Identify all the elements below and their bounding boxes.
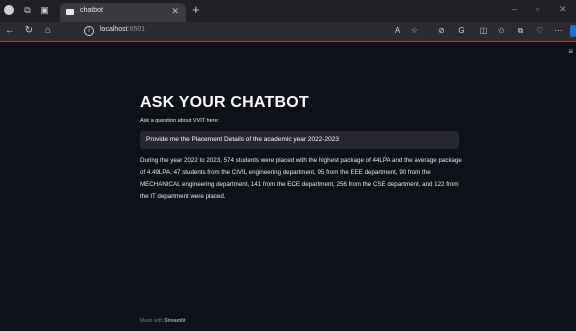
split-screen-icon[interactable]: ◫: [478, 25, 489, 37]
chatbot-answer: During the year 2022 to 2023, 574 studen…: [140, 157, 462, 200]
main-menu-icon[interactable]: ≡: [568, 48, 573, 56]
site-info-icon[interactable]: i: [84, 26, 94, 36]
maximize-window-icon[interactable]: ▫: [536, 4, 539, 14]
footer-text: Made with: [140, 318, 163, 324]
browser-essentials-icon[interactable]: ♡: [534, 25, 545, 37]
new-tab-button[interactable]: +: [192, 3, 200, 17]
collections-icon[interactable]: ⧉: [22, 5, 33, 16]
streamlit-favicon-icon: [66, 9, 74, 15]
tab-actions-icon[interactable]: ▣: [39, 5, 50, 16]
page-title: ASK YOUR CHATBOT: [140, 94, 309, 111]
favorite-star-icon[interactable]: ☆: [409, 25, 420, 37]
browser-tab-chatbot[interactable]: chatbot ✕: [60, 3, 186, 22]
collections-toolbar-icon[interactable]: ⧉: [515, 25, 526, 37]
google-extension-icon[interactable]: G: [456, 25, 467, 37]
address-url: localhost:8501: [100, 26, 145, 33]
favorites-bar-icon[interactable]: ✩: [496, 25, 507, 37]
footer: Made with Streamlit: [140, 318, 186, 324]
streamlit-link[interactable]: Streamlit: [164, 318, 185, 324]
extension-icon[interactable]: ⊘: [436, 25, 447, 37]
browser-tab-bar: ⧉ ▣ chatbot ✕ + – ▫ ✕: [0, 0, 576, 22]
minimize-window-icon[interactable]: –: [512, 4, 517, 14]
streamlit-app: ≡ ASK YOUR CHATBOT Ask a question about …: [0, 42, 576, 331]
address-port: :8501: [127, 26, 146, 33]
profile-avatar-icon[interactable]: [4, 5, 14, 15]
read-aloud-icon[interactable]: A: [392, 25, 403, 37]
address-bar[interactable]: i localhost:8501: [76, 24, 386, 38]
question-label: Ask a question about VVIT here:: [140, 118, 220, 124]
close-window-icon[interactable]: ✕: [559, 4, 567, 14]
back-arrow-icon[interactable]: ←: [4, 25, 16, 37]
browser-navigation-bar: ← ↻ ⌂ i localhost:8501: [0, 22, 576, 42]
tab-title: chatbot: [80, 7, 103, 14]
settings-more-icon[interactable]: ⋯: [553, 25, 564, 37]
copilot-icon[interactable]: [570, 25, 576, 37]
home-icon[interactable]: ⌂: [42, 25, 54, 37]
address-host: localhost: [100, 26, 128, 33]
question-input[interactable]: Provide me the Placement Details of the …: [140, 131, 459, 149]
refresh-icon[interactable]: ↻: [23, 25, 35, 37]
close-tab-icon[interactable]: ✕: [171, 6, 179, 16]
